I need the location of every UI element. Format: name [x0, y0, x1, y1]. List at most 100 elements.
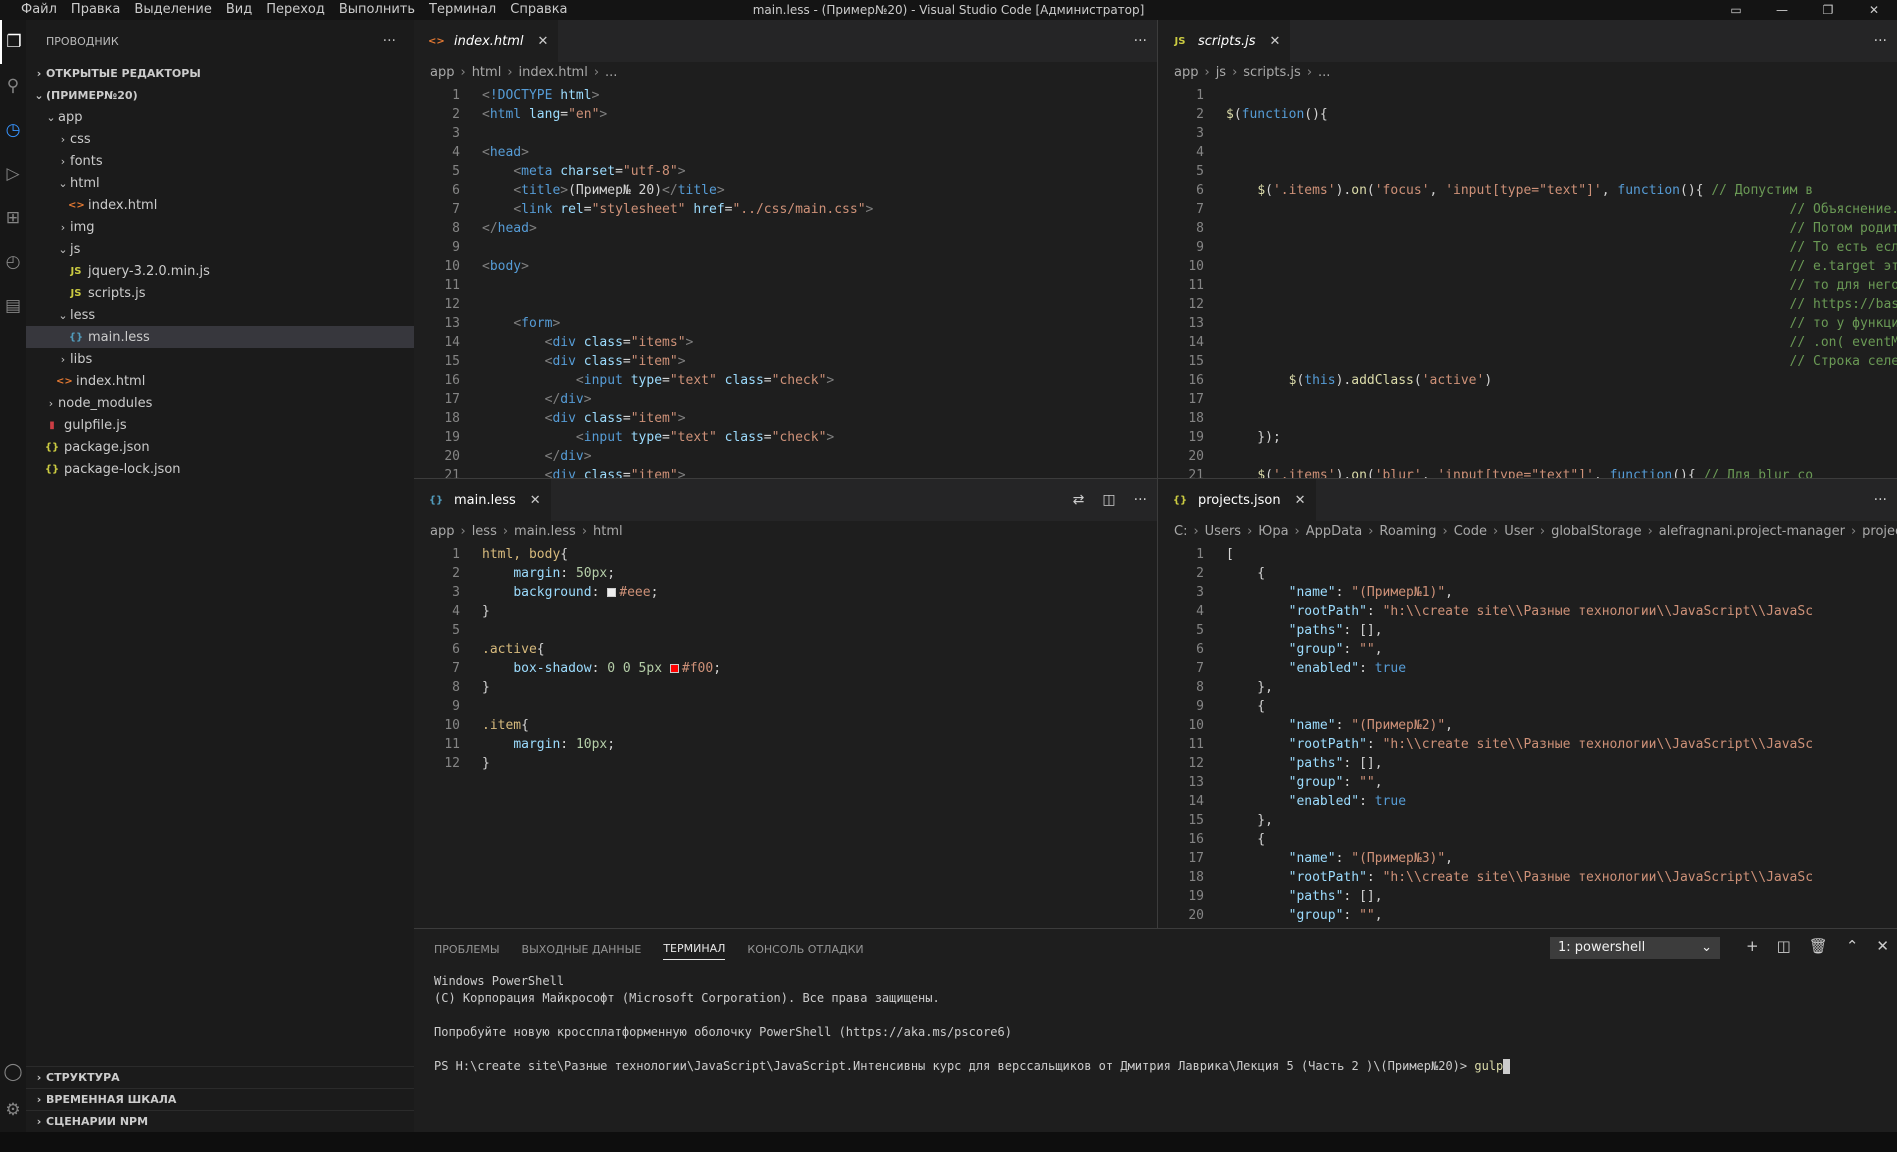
- tree-item[interactable]: › css: [26, 128, 414, 150]
- tab-projects-json[interactable]: {} projects.json ✕: [1158, 479, 1316, 521]
- extensions-icon[interactable]: ⊞: [0, 196, 26, 240]
- close-icon[interactable]: ✕: [538, 34, 549, 49]
- maximize-panel-icon[interactable]: ⌃: [1846, 937, 1859, 955]
- breadcrumb-separator-icon: ›: [1232, 64, 1238, 80]
- tab-scripts-js[interactable]: JS scripts.js ✕: [1158, 20, 1291, 62]
- tree-item[interactable]: JS scripts.js: [26, 282, 414, 304]
- tree-item[interactable]: › libs: [26, 348, 414, 370]
- open-editors-section[interactable]: › ОТКРЫТЫЕ РЕДАКТОРЫ: [26, 62, 414, 84]
- project-manager-icon[interactable]: ▤: [0, 284, 26, 328]
- breadcrumb-item[interactable]: projects.json: [1862, 524, 1897, 539]
- project-section[interactable]: ⌄ (ПРИМЕР№20): [26, 84, 414, 106]
- close-panel-icon[interactable]: ✕: [1876, 937, 1889, 955]
- breadcrumb-item[interactable]: main.less: [514, 524, 576, 539]
- tree-item[interactable]: › img: [26, 216, 414, 238]
- breadcrumb-item[interactable]: ...: [1318, 65, 1330, 80]
- tree-item[interactable]: ⌄ js: [26, 238, 414, 260]
- sidebar-section[interactable]: › СЦЕНАРИИ NPM: [26, 1110, 414, 1132]
- breadcrumb-item[interactable]: alefragnani.project-manager: [1659, 524, 1845, 539]
- line-text: {: [1204, 697, 1265, 716]
- breadcrumb-item[interactable]: js: [1216, 65, 1226, 80]
- close-icon[interactable]: ✕: [530, 493, 541, 508]
- tree-item[interactable]: ⌄ app: [26, 106, 414, 128]
- trash-icon[interactable]: 🗑: [1809, 937, 1828, 955]
- tree-item[interactable]: ⌄ html: [26, 172, 414, 194]
- sidebar-section[interactable]: › ВРЕМЕННАЯ ШКАЛА: [26, 1088, 414, 1110]
- menu-item[interactable]: Терминал: [422, 0, 503, 20]
- source-control-icon[interactable]: ◷: [0, 108, 26, 152]
- tree-item[interactable]: › fonts: [26, 150, 414, 172]
- split-terminal-icon[interactable]: ◫: [1777, 937, 1791, 955]
- more-actions-icon[interactable]: ···: [1134, 33, 1147, 49]
- tab-index-html[interactable]: <> index.html ✕: [414, 20, 559, 62]
- more-actions-icon[interactable]: ···: [1134, 492, 1147, 508]
- breadcrumb-item[interactable]: Юра: [1258, 524, 1288, 539]
- settings-gear-icon[interactable]: ⚙: [0, 1088, 26, 1132]
- breadcrumb-item[interactable]: app: [430, 65, 454, 80]
- breadcrumb-item[interactable]: app: [430, 524, 454, 539]
- breadcrumb-item[interactable]: html: [472, 65, 502, 80]
- tree-item[interactable]: <> index.html: [26, 370, 414, 392]
- breadcrumb-item[interactable]: Users: [1205, 524, 1241, 539]
- menu-item[interactable]: Вид: [219, 0, 259, 20]
- more-actions-icon[interactable]: ···: [1874, 492, 1887, 508]
- search-icon[interactable]: ⚲: [0, 64, 26, 108]
- code-token: :: [1343, 775, 1360, 790]
- menu-item[interactable]: Справка: [503, 0, 574, 20]
- layout-icon[interactable]: ▭: [1713, 0, 1759, 20]
- panel-tab[interactable]: ВЫХОДНЫЕ ДАННЫЕ: [522, 943, 642, 956]
- tree-item[interactable]: <> index.html: [26, 194, 414, 216]
- tree-item[interactable]: JS jquery-3.2.0.min.js: [26, 260, 414, 282]
- breadcrumb-item[interactable]: html: [593, 524, 623, 539]
- sidebar-section[interactable]: › СТРУКТУРА: [26, 1066, 414, 1088]
- line-text: <!DOCTYPE html>: [460, 86, 599, 105]
- tree-item[interactable]: {} package.json: [26, 436, 414, 458]
- tab-main-less[interactable]: {} main.less ✕: [414, 479, 551, 521]
- explorer-more-button[interactable]: ···: [383, 33, 396, 49]
- more-actions-icon[interactable]: ···: [1874, 33, 1887, 49]
- code-area[interactable]: 1 <!DOCTYPE html> 2 <html lang="en"> 3 4 <head…: [414, 82, 1157, 478]
- breadcrumb-item[interactable]: Roaming: [1379, 524, 1436, 539]
- tree-item[interactable]: {} package-lock.json: [26, 458, 414, 480]
- open-changes-icon[interactable]: ⇄: [1073, 492, 1085, 508]
- code-area[interactable]: 1 html, body{2 margin: 50px; 3 background:…: [414, 541, 1157, 773]
- menu-item[interactable]: Правка: [64, 0, 127, 20]
- breadcrumb-item[interactable]: globalStorage: [1551, 524, 1642, 539]
- menu-item[interactable]: Файл: [14, 0, 64, 20]
- panel-tab[interactable]: ПРОБЛЕМЫ: [434, 943, 500, 956]
- menu-item[interactable]: Выделение: [127, 0, 218, 20]
- menu-item[interactable]: Переход: [259, 0, 332, 20]
- minimize-button[interactable]: —: [1759, 0, 1805, 20]
- close-icon[interactable]: ✕: [1270, 34, 1281, 49]
- breadcrumb-item[interactable]: Code: [1454, 524, 1487, 539]
- explorer-icon[interactable]: ❐: [0, 20, 26, 64]
- new-terminal-icon[interactable]: +: [1746, 937, 1759, 955]
- tree-item[interactable]: › node_modules: [26, 392, 414, 414]
- breadcrumb-item[interactable]: app: [1174, 65, 1198, 80]
- tree-item[interactable]: ▮ gulpfile.js: [26, 414, 414, 436]
- terminal-output[interactable]: Windows PowerShell (С) Корпорация Майкрос…: [414, 969, 1897, 1079]
- terminal-select[interactable]: 1: powershell ⌄: [1550, 937, 1720, 959]
- breadcrumb-item[interactable]: scripts.js: [1243, 65, 1301, 80]
- panel-tab[interactable]: КОНСОЛЬ ОТЛАДКИ: [747, 943, 863, 956]
- tree-item[interactable]: ⌄ less: [26, 304, 414, 326]
- menu-item[interactable]: Выполнить: [332, 0, 422, 20]
- remote-icon[interactable]: ◴: [0, 240, 26, 284]
- breadcrumb-item[interactable]: AppData: [1306, 524, 1362, 539]
- breadcrumb-item[interactable]: index.html: [519, 65, 588, 80]
- close-icon[interactable]: ✕: [1295, 493, 1306, 508]
- code-token: 'focus': [1374, 183, 1430, 198]
- code-line: 6 $('.items').on('focus', 'input[type="t…: [1158, 181, 1897, 200]
- breadcrumb-item[interactable]: C:: [1174, 524, 1187, 539]
- code-area[interactable]: 1[2 {3 "name": "(Пример№1)", 4 "rootPath"…: [1158, 541, 1897, 928]
- tree-item[interactable]: {} main.less: [26, 326, 414, 348]
- maximize-button[interactable]: ❐: [1805, 0, 1851, 20]
- breadcrumb-item[interactable]: User: [1504, 524, 1534, 539]
- run-icon[interactable]: ▷: [0, 152, 26, 196]
- close-window-button[interactable]: ✕: [1851, 0, 1897, 20]
- breadcrumb-item[interactable]: less: [472, 524, 497, 539]
- split-editor-icon[interactable]: ◫: [1102, 492, 1115, 508]
- code-area[interactable]: 1 2 $(function(){3 4 5 6 $('.items').on('focu…: [1158, 82, 1897, 478]
- panel-tab[interactable]: ТЕРМИНАЛ: [663, 942, 726, 960]
- breadcrumb-item[interactable]: ...: [605, 65, 617, 80]
